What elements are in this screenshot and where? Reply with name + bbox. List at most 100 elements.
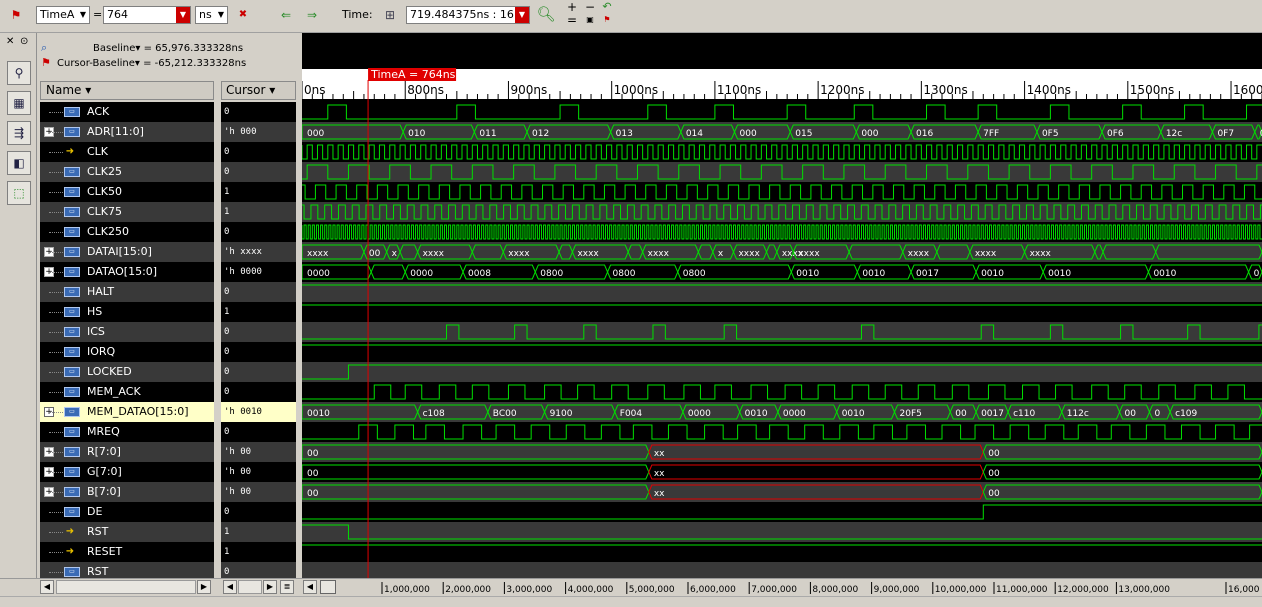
bus-value: 016 — [916, 129, 933, 139]
zoom-marker-icon[interactable]: ⚑ — [597, 14, 617, 34]
tree-connector — [49, 132, 63, 133]
tree-connector — [49, 192, 63, 193]
signal-icon: ▭ — [64, 327, 80, 337]
list-icon[interactable]: ≣ — [280, 580, 294, 594]
marker-dropdown[interactable]: TimeA ▼ — [36, 6, 90, 24]
time-format-icon[interactable]: ⊞ — [380, 5, 400, 25]
search-icon[interactable]: ⌕ — [41, 41, 47, 55]
signal-name: G[7:0] — [87, 465, 122, 478]
signal-row[interactable]: ➜ RST — [40, 522, 214, 542]
delete-marker-icon[interactable]: ✖ — [233, 5, 253, 25]
design-tool-icon[interactable]: ▦ — [7, 91, 31, 115]
cursor-baseline-value: = -65,212.333328ns — [143, 58, 247, 69]
bus-value: 00 — [955, 409, 967, 419]
signal-name: HS — [87, 305, 103, 318]
signal-row[interactable]: ▭ CLK250 — [40, 222, 214, 242]
cursor-scroll-left-icon[interactable]: ◀ — [223, 580, 237, 594]
signal-row[interactable]: ▭ RST — [40, 562, 214, 578]
ruler-label: 1600ns — [1233, 83, 1262, 97]
wave-scroll-thumb[interactable] — [320, 580, 336, 594]
signal-icon: ▭ — [64, 227, 80, 237]
chevron-down-icon: ▾ — [269, 83, 276, 97]
cursor-marker-icon[interactable]: ⚑ — [41, 56, 51, 69]
signal-row[interactable]: + ▭ DATAO[15:0] — [40, 262, 214, 282]
signal-row[interactable]: ▭ IORQ — [40, 342, 214, 362]
signal-row[interactable]: + ▭ MEM_DATAO[15:0] — [40, 402, 214, 422]
cursor-value: 0 — [221, 142, 296, 162]
prev-marker-icon[interactable]: ⇐ — [276, 5, 296, 25]
signal-name: DE — [87, 505, 103, 518]
signal-row[interactable]: ▭ MREQ — [40, 422, 214, 442]
signal-row[interactable]: ▭ HALT — [40, 282, 214, 302]
bus-value: xxxx — [307, 249, 329, 259]
baseline-dropdown-icon[interactable]: ▾ — [135, 43, 140, 54]
bus-value: 015 — [795, 129, 812, 139]
signal-row[interactable]: ▭ MEM_ACK — [40, 382, 214, 402]
cursor-baseline-dropdown-icon[interactable]: ▾ — [135, 58, 140, 69]
cursor-column-header[interactable]: Cursor ▾ — [221, 81, 296, 100]
signal-row[interactable]: ▭ CLK25 — [40, 162, 214, 182]
signal-row[interactable]: ▭ HS — [40, 302, 214, 322]
unit-dropdown[interactable]: ns ▼ — [195, 6, 228, 24]
signal-row[interactable]: + ▭ B[7:0] — [40, 482, 214, 502]
signal-row[interactable]: + ▭ DATAI[15:0] — [40, 242, 214, 262]
scale-label: 9,000,000 — [874, 585, 920, 595]
name-scroll-track[interactable] — [56, 580, 196, 594]
signal-name: IORQ — [87, 345, 116, 358]
hierarchy-tool-icon[interactable]: ⚲ — [7, 61, 31, 85]
signal-name: B[7:0] — [87, 485, 121, 498]
close-icon[interactable]: ✕ — [6, 36, 14, 47]
signal-row[interactable]: + ▭ R[7:0] — [40, 442, 214, 462]
scroll-left-icon[interactable]: ◀ — [40, 580, 54, 594]
baseline-label: Baseline — [93, 43, 136, 54]
signal-row[interactable]: ➜ RESET — [40, 542, 214, 562]
tree-connector — [49, 332, 63, 333]
waveform-canvas[interactable]: 0ns 800ns 900ns 1000ns 1100ns 1200ns 1300ns 140… — [301, 33, 1262, 582]
bus-value: 0800 — [613, 269, 636, 279]
cursor-value: 0 — [221, 162, 296, 182]
signal-row[interactable]: ▭ DE — [40, 502, 214, 522]
time-value-input[interactable]: 719.484375ns : 16 ▼ — [406, 6, 530, 24]
signal-tool-icon[interactable]: ⇶ — [7, 121, 31, 145]
name-header-label: Name — [46, 83, 82, 97]
signal-name: ICS — [87, 325, 105, 338]
signal-row[interactable]: ▭ CLK50 — [40, 182, 214, 202]
bus-value: xxxx — [738, 249, 760, 259]
signal-icon: ▭ — [64, 367, 80, 377]
next-marker-icon[interactable]: ⇒ — [302, 5, 322, 25]
bus-value: 0000 — [307, 269, 330, 279]
tree-connector — [49, 432, 63, 433]
bus-value: 00 — [307, 469, 319, 479]
cursor-scroll-right-icon[interactable]: ▶ — [263, 580, 277, 594]
waveform-area[interactable]: 0ns 800ns 900ns 1000ns 1100ns 1200ns 1300ns 140… — [301, 33, 1262, 582]
marker-flag-icon[interactable]: ⚑ — [6, 5, 26, 25]
signal-row[interactable]: + ▭ G[7:0] — [40, 462, 214, 482]
marker-value-input[interactable]: 764 ▼ — [103, 6, 191, 24]
wave-scroll-left-icon[interactable]: ◀ — [303, 580, 317, 594]
signal-row[interactable]: ▭ CLK75 — [40, 202, 214, 222]
time-scale-overview: 1,000,000 2,000,000 3,000,000 4,000,000 5,00… — [381, 582, 1260, 595]
zoom-icon[interactable]: 🔍︎ — [536, 4, 556, 24]
name-column-header[interactable]: Name ▾ — [40, 81, 214, 100]
signal-row[interactable]: ▭ ACK — [40, 102, 214, 122]
bus-value: 0F7 — [1217, 129, 1234, 139]
scroll-right-icon[interactable]: ▶ — [197, 580, 211, 594]
signal-row[interactable]: ▭ ICS — [40, 322, 214, 342]
bus-value: 12c — [1166, 129, 1182, 139]
cursor-scroll-track[interactable] — [238, 580, 262, 594]
signal-name: CLK25 — [87, 165, 123, 178]
float-icon[interactable]: ⊙ — [20, 36, 28, 47]
input-signal-icon: ➜ — [65, 546, 75, 557]
equals-label: = — [93, 8, 103, 21]
bus-value: 0800 — [540, 269, 563, 279]
signal-row[interactable]: ➜ CLK — [40, 142, 214, 162]
tree-connector — [49, 212, 63, 213]
signal-name: ACK — [87, 105, 110, 118]
zoom-equal-icon[interactable]: = — [562, 14, 582, 34]
ruler-label: 1100ns — [717, 83, 761, 97]
console-tool-icon[interactable]: ◧ — [7, 151, 31, 175]
signal-row[interactable]: + ▭ ADR[11:0] — [40, 122, 214, 142]
wave-tool-icon[interactable]: ⬚ — [7, 181, 31, 205]
ruler-label: 1000ns — [614, 83, 658, 97]
signal-row[interactable]: ▭ LOCKED — [40, 362, 214, 382]
